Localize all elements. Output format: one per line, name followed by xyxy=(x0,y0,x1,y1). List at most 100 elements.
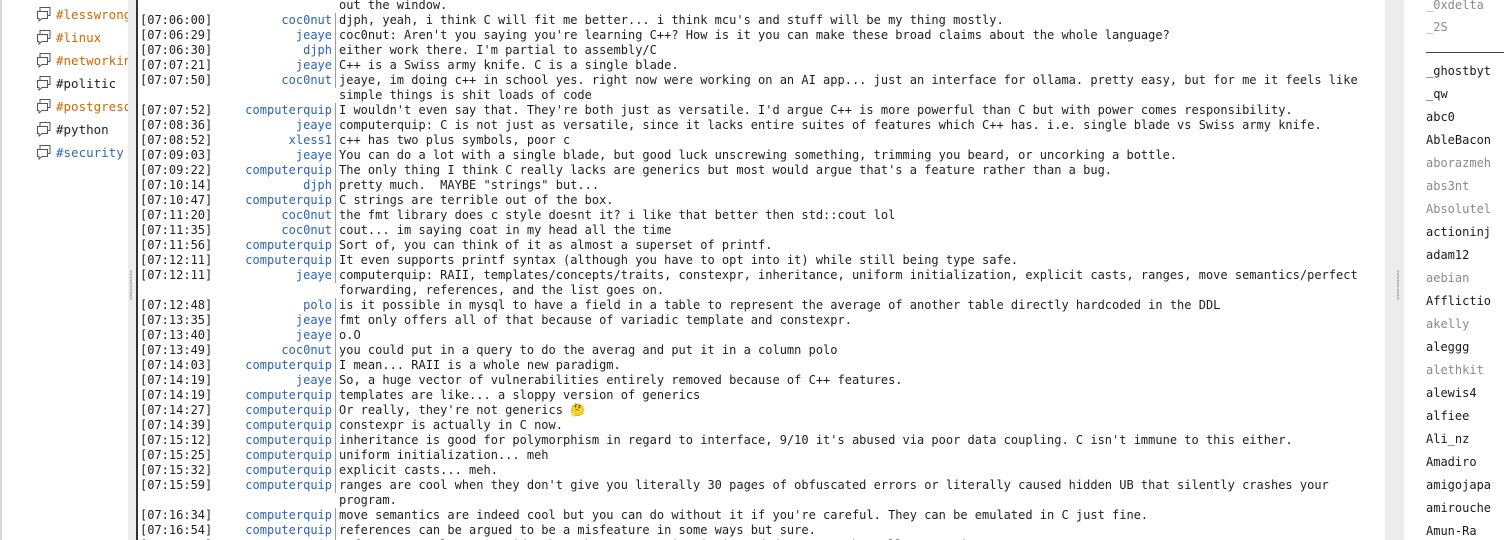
message-nick[interactable]: coc0nut xyxy=(212,13,336,28)
message-nick[interactable]: computerquip xyxy=(212,433,336,448)
message-nick[interactable]: computerquip xyxy=(212,448,336,463)
message-nick[interactable]: jeaye xyxy=(212,328,336,343)
user-list-item[interactable]: akelly xyxy=(1426,317,1469,331)
message-timestamp: [07:10:14] xyxy=(140,178,213,192)
user-list-item[interactable]: Absolutel xyxy=(1426,202,1491,216)
message-text: explicit casts... meh. xyxy=(339,463,498,477)
user-list-item[interactable]: Amun-Ra xyxy=(1426,524,1477,538)
message-nick[interactable]: coc0nut xyxy=(212,208,336,223)
message-nick[interactable]: jeaye xyxy=(212,268,336,283)
message-nick[interactable]: computerquip xyxy=(212,478,336,493)
right-splitter-grip[interactable] xyxy=(1397,270,1399,300)
channel-item[interactable]: #postgresql xyxy=(36,96,128,116)
message-text: ranges are cool when they don't give you… xyxy=(339,478,1337,507)
user-list-item[interactable]: aebian xyxy=(1426,271,1469,285)
user-list-item[interactable]: Ali_nz xyxy=(1426,432,1469,446)
user-list-item[interactable]: alewis4 xyxy=(1426,386,1477,400)
message-timestamp: [07:06:00] xyxy=(140,13,213,27)
channel-item[interactable]: #python xyxy=(36,119,109,139)
channel-item[interactable]: #lesswrong xyxy=(36,4,128,24)
channel-item[interactable]: #linux xyxy=(36,27,101,47)
user-list-item[interactable]: _0xdelta xyxy=(1426,0,1484,12)
message-nick[interactable]: jeaye xyxy=(212,28,336,43)
user-list-item[interactable]: aborazmeh xyxy=(1426,156,1491,170)
message-text: djph, yeah, i think C will fit me better… xyxy=(339,13,1004,27)
message-text: out the window. xyxy=(339,0,448,12)
chat-log-frame: out the window. [07:06:00] coc0nut djph, ye… xyxy=(136,0,1387,540)
message-timestamp: [07:16:54] xyxy=(140,523,213,537)
message-nick[interactable]: coc0nut xyxy=(212,343,336,358)
message-nick[interactable]: jeaye xyxy=(212,373,336,388)
message-row: [07:06:30] djph either work there. I'm par… xyxy=(140,43,1386,58)
channel-label: #linux xyxy=(56,29,102,45)
message-row: [07:16:54] computerquip references can be … xyxy=(140,523,1386,538)
message-nick[interactable]: computerquip xyxy=(212,418,336,433)
chat-scrollbar[interactable] xyxy=(1385,0,1395,540)
user-list-item[interactable]: alfiee xyxy=(1426,409,1469,423)
user-list-item[interactable]: alethkit xyxy=(1426,363,1484,377)
message-nick[interactable]: coc0nut xyxy=(212,73,336,88)
irc-client-window: #lesswrong #linux #networking #politic #post… xyxy=(0,0,1504,540)
message-text: I mean... RAII is a whole new paradigm. xyxy=(339,358,621,372)
message-text: C++ is a Swiss army knife. C is a single… xyxy=(339,58,679,72)
message-text: references can be argued to be a misfeat… xyxy=(339,523,816,537)
message-text: You can do a lot with a single blade, bu… xyxy=(339,148,1178,162)
message-text: I wouldn't even say that. They're both j… xyxy=(339,103,1293,117)
left-splitter[interactable] xyxy=(128,0,136,540)
message-nick[interactable]: jeaye xyxy=(212,313,336,328)
left-splitter-grip[interactable] xyxy=(130,270,132,300)
message-nick[interactable]: djph xyxy=(212,43,336,58)
message-nick[interactable]: computerquip xyxy=(212,508,336,523)
user-list-item[interactable]: abs3nt xyxy=(1426,179,1469,193)
message-nick[interactable]: computerquip xyxy=(212,358,336,373)
user-list-item[interactable]: amirouche xyxy=(1426,501,1491,515)
user-list-item[interactable]: adam12 xyxy=(1426,248,1469,262)
message-row: [07:15:12] computerquip inheritance is goo… xyxy=(140,433,1386,448)
message-nick[interactable]: xless1 xyxy=(212,133,336,148)
message-nick[interactable]: djph xyxy=(212,178,336,193)
message-text: c++ has two plus symbols, poor c xyxy=(339,133,571,147)
message-timestamp: [07:11:20] xyxy=(140,208,213,222)
channel-icon xyxy=(37,99,51,114)
message-row: [07:10:47] computerquip C strings are terr… xyxy=(140,193,1386,208)
message-row: [07:13:35] jeaye fmt only offers all of th… xyxy=(140,313,1386,328)
message-timestamp: [07:11:35] xyxy=(140,223,213,237)
user-list-item[interactable]: Afflictio xyxy=(1426,294,1491,308)
right-splitter[interactable] xyxy=(1395,0,1404,540)
message-nick[interactable]: computerquip xyxy=(212,403,336,418)
message-text: move semantics are indeed cool but you c… xyxy=(339,508,1149,522)
channel-label: #politic xyxy=(56,75,117,91)
message-nick[interactable]: jeaye xyxy=(212,118,336,133)
message-nick[interactable]: coc0nut xyxy=(212,223,336,238)
message-timestamp: [07:15:59] xyxy=(140,478,213,492)
message-nick[interactable]: computerquip xyxy=(212,388,336,403)
message-timestamp: [07:11:56] xyxy=(140,238,213,252)
message-nick[interactable]: polo xyxy=(212,298,336,313)
channel-item[interactable]: #networking xyxy=(36,50,128,70)
user-list-item[interactable]: _qw xyxy=(1426,87,1448,101)
channel-item[interactable]: #politic xyxy=(36,73,116,93)
user-list-item[interactable]: abc0 xyxy=(1426,110,1455,124)
user-list-item[interactable]: aleggg xyxy=(1426,340,1469,354)
user-list-item[interactable]: amigojapa xyxy=(1426,478,1491,492)
message-nick[interactable]: jeaye xyxy=(212,58,336,73)
user-list-item[interactable]: _ghostbyt xyxy=(1426,64,1491,78)
message-nick[interactable]: computerquip xyxy=(212,253,336,268)
user-list-item[interactable]: actioninj xyxy=(1426,225,1491,239)
message-nick[interactable]: computerquip xyxy=(212,523,336,538)
chat-log: out the window. [07:06:00] coc0nut djph, ye… xyxy=(140,0,1386,540)
channel-item[interactable]: #security xyxy=(36,142,124,162)
message-text: is it possible in mysql to have a field … xyxy=(339,298,1221,312)
message-nick[interactable]: jeaye xyxy=(212,148,336,163)
message-text: templates are like... a sloppy version o… xyxy=(339,388,701,402)
message-nick[interactable]: computerquip xyxy=(212,103,336,118)
user-list-item[interactable]: _2S xyxy=(1426,20,1448,34)
message-nick[interactable]: computerquip xyxy=(212,193,336,208)
message-nick[interactable]: computerquip xyxy=(212,463,336,478)
message-row: [07:07:52] computerquip I wouldn't even sa… xyxy=(140,103,1386,118)
user-list-item[interactable]: Amadiro xyxy=(1426,455,1477,469)
message-nick[interactable]: computerquip xyxy=(212,163,336,178)
message-nick[interactable]: computerquip xyxy=(212,238,336,253)
user-list-item[interactable]: AbleBacon xyxy=(1426,133,1491,147)
message-row: [07:06:29] jeaye coc0nut: Aren't you sayin… xyxy=(140,28,1386,43)
